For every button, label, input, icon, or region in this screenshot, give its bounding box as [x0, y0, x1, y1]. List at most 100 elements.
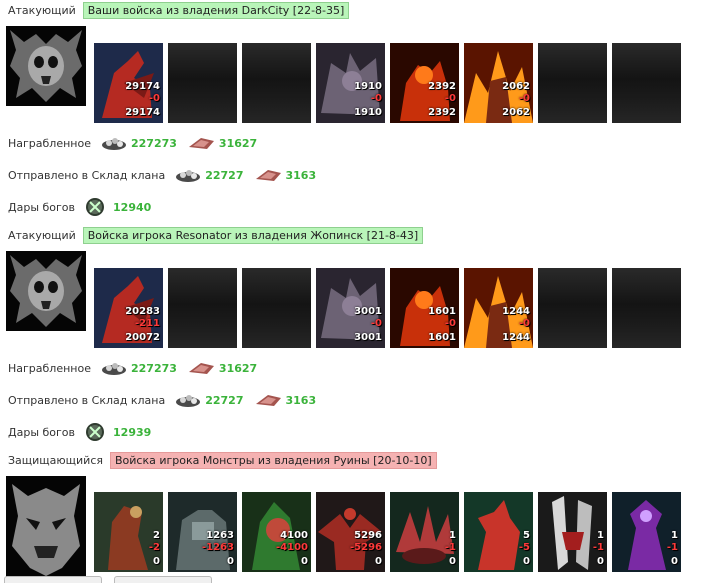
unit-loss: -0: [518, 318, 530, 329]
unit-slot-6[interactable]: 1244 -0 1244: [464, 268, 533, 348]
unit-loss: -5: [518, 542, 530, 553]
gifts-row: Дары богов 12939: [8, 422, 151, 442]
unit-slot-8[interactable]: 1 -1 0: [612, 492, 681, 572]
unit-remaining: 1244: [502, 332, 530, 343]
unit-remaining: 0: [375, 556, 382, 567]
side-title[interactable]: Ваши войска из владения DarkCity [22-8-3…: [82, 1, 350, 19]
unit-remaining: 1601: [428, 332, 456, 343]
meat-icon: [255, 170, 281, 181]
unit-loss: -211: [134, 318, 160, 329]
unit-count: 1263: [206, 530, 234, 541]
unit-loss: -0: [370, 93, 382, 104]
unit-slot-5[interactable]: 2392 -0 2392: [390, 43, 459, 123]
unit-remaining: 0: [671, 556, 678, 567]
unit-remaining: 3001: [354, 332, 382, 343]
unit-count: 5: [523, 530, 530, 541]
unit-slot-3[interactable]: 4100 -4100 0: [242, 492, 311, 572]
hero-portrait: [6, 26, 86, 106]
unit-count: 1244: [502, 306, 530, 317]
unit-slot-empty: [168, 268, 237, 348]
meat-icon: [255, 395, 281, 406]
unit-remaining: 1910: [354, 107, 382, 118]
unit-count: 4100: [280, 530, 308, 541]
unit-remaining: 2062: [502, 107, 530, 118]
unit-slot-empty: [538, 43, 607, 123]
unit-slot-6[interactable]: 2062 -0 2062: [464, 43, 533, 123]
loot-ore-value: 227273: [130, 361, 177, 375]
unit-count: 2062: [502, 81, 530, 92]
side-label: Защищающийся: [8, 453, 103, 467]
unit-slot-4[interactable]: 5296 -5296 0: [316, 492, 385, 572]
gifts-row: Дары богов 12940: [8, 197, 151, 217]
loot-label: Награбленное: [8, 136, 91, 150]
unit-loss: -1: [666, 542, 678, 553]
sent-meat-value: 3163: [285, 168, 317, 182]
loot-ore-value: 227273: [130, 136, 177, 150]
ore-icon: [176, 395, 201, 407]
loot-row: Награбленное 227273 31627: [8, 133, 257, 153]
gifts-value: 12939: [113, 425, 152, 439]
sent-label: Отправлено в Склад клана: [8, 168, 166, 182]
unit-slot-1[interactable]: 2 -2 0: [94, 492, 163, 572]
gifts-value: 12940: [113, 200, 152, 214]
unit-slot-empty: [612, 43, 681, 123]
unit-count: 1: [671, 530, 678, 541]
unit-count: 2: [153, 530, 160, 541]
unit-remaining: 0: [153, 556, 160, 567]
attacker-header: Атакующий Ваши войска из владения DarkCi…: [8, 1, 350, 19]
unit-count: 2392: [428, 81, 456, 92]
sent-row: Отправлено в Склад клана 22727 3163: [8, 165, 316, 185]
skull-emblem-icon: [6, 26, 86, 106]
unit-slot-4[interactable]: 1910 -0 1910: [316, 43, 385, 123]
ore-icon: [176, 170, 201, 182]
unit-loss: -0: [444, 93, 456, 104]
unit-count: 29174: [125, 81, 160, 92]
defender-header: Защищающийся Войска игрока Монстры из вл…: [8, 451, 437, 469]
unit-count: 1: [597, 530, 604, 541]
attacker-header: Атакующий Войска игрока Resonator из вла…: [8, 226, 424, 244]
unit-remaining: 29174: [125, 107, 160, 118]
unit-loss: -4100: [276, 542, 308, 553]
unit-loss: -5296: [350, 542, 382, 553]
unit-loss: -2: [148, 542, 160, 553]
loot-label: Награбленное: [8, 361, 91, 375]
hero-portrait: [6, 251, 86, 331]
unit-slot-6[interactable]: 5 -5 0: [464, 492, 533, 572]
unit-slot-1[interactable]: 29174 -0 29174: [94, 43, 163, 123]
unit-remaining: 0: [227, 556, 234, 567]
unit-slot-empty: [612, 268, 681, 348]
demon-mask-icon: [6, 476, 86, 580]
ore-icon: [101, 138, 126, 150]
unit-count: 5296: [354, 530, 382, 541]
sent-label: Отправлено в Склад клана: [8, 393, 166, 407]
unit-slot-5[interactable]: 1601 -0 1601: [390, 268, 459, 348]
side-title[interactable]: Войска игрока Монстры из владения Руины …: [110, 451, 437, 469]
meat-icon: [188, 138, 214, 149]
unit-remaining: 0: [597, 556, 604, 567]
unit-count: 1: [449, 530, 456, 541]
unit-remaining: 0: [449, 556, 456, 567]
unit-count: 1910: [354, 81, 382, 92]
unit-loss: -1: [592, 542, 604, 553]
unit-slot-1[interactable]: 20283 -211 20072: [94, 268, 163, 348]
unit-slot-4[interactable]: 3001 -0 3001: [316, 268, 385, 348]
gods-gift-icon: [86, 423, 105, 441]
skull-emblem-icon: [6, 251, 86, 331]
sent-ore-value: 22727: [205, 168, 244, 182]
loot-row: Награбленное 227273 31627: [8, 358, 257, 378]
unit-remaining: 20072: [125, 332, 160, 343]
sent-ore-value: 22727: [205, 393, 244, 407]
unit-slot-empty: [168, 43, 237, 123]
unit-loss: -1263: [202, 542, 234, 553]
unit-slot-7[interactable]: 1 -1 0: [538, 492, 607, 572]
side-label: Атакующий: [8, 3, 76, 17]
loot-meat-value: 31627: [218, 136, 258, 150]
unit-slot-5[interactable]: 1 -1 0: [390, 492, 459, 572]
unit-loss: -1: [444, 542, 456, 553]
unit-loss: -0: [444, 318, 456, 329]
unit-slot-empty: [538, 268, 607, 348]
sent-row: Отправлено в Склад клана 22727 3163: [8, 390, 316, 410]
side-title[interactable]: Войска игрока Resonator из владения Жопи…: [82, 226, 424, 244]
unit-slot-2[interactable]: 1263 -1263 0: [168, 492, 237, 572]
gods-gift-icon: [86, 198, 105, 216]
